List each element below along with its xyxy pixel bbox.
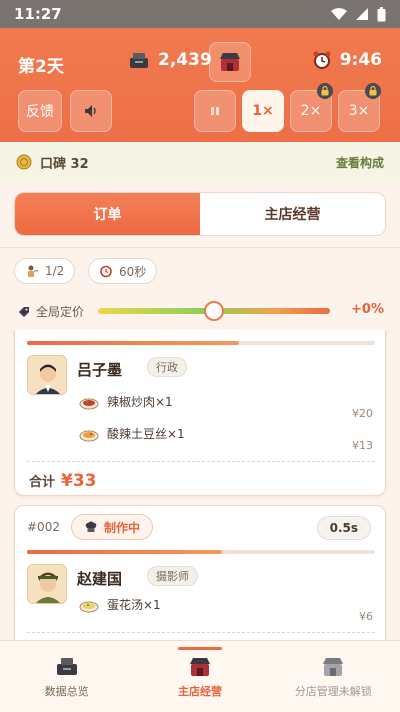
battery-icon — [377, 6, 386, 21]
dish-icon — [79, 398, 99, 409]
speed-2x-label: 2× — [300, 103, 322, 119]
order-item-price: ¥20 — [352, 407, 373, 420]
avatar — [27, 564, 67, 604]
shop-icon — [220, 53, 240, 71]
status-icons — [331, 6, 386, 22]
dashed-divider — [27, 632, 375, 633]
customer-count-chip: 1/2 — [14, 258, 76, 284]
nav-main-store[interactable]: 主店经营 — [133, 641, 266, 712]
avatar — [27, 355, 67, 395]
nav-label: 主店经营 — [177, 684, 222, 698]
speaker-icon — [85, 105, 96, 117]
order-list[interactable]: 吕子墨 行政 辣椒炒肉×1 ¥20 酸辣土豆丝×1 ¥13 合计 ¥33 #00… — [0, 330, 400, 640]
order-progress-bar — [27, 550, 375, 554]
tab-orders[interactable]: 订单 — [15, 193, 200, 235]
speed-1x-button[interactable]: 1× — [242, 90, 284, 132]
reputation-label: 口碑 32 — [40, 156, 89, 172]
clock-display: 9:46 — [312, 50, 382, 70]
customer-count-value: 1/2 — [45, 264, 65, 278]
cash-register-icon — [56, 657, 77, 675]
order-card[interactable]: 吕子墨 行政 辣椒炒肉×1 ¥20 酸辣土豆丝×1 ¥13 合计 ¥33 — [14, 330, 386, 496]
order-item: 辣椒炒肉×1 — [79, 393, 173, 410]
order-card[interactable]: #002 制作中 0.5s 赵建国 摄影师 蛋花汤×1 ¥6 — [14, 505, 386, 640]
speed-3x-button[interactable]: 3× — [338, 83, 381, 132]
speed-1x-label: 1× — [252, 103, 274, 119]
order-progress-fill — [27, 341, 240, 345]
speed-3x-label: 3× — [348, 103, 370, 119]
branch-store-icon — [323, 657, 344, 676]
pricing-slider-thumb[interactable] — [204, 301, 224, 321]
order-progress-bar — [27, 341, 375, 345]
sound-toggle-button[interactable] — [70, 90, 112, 132]
feedback-label: 反馈 — [26, 104, 54, 120]
feedback-button[interactable]: 反馈 — [18, 90, 62, 132]
pricing-value: +0% — [351, 302, 384, 317]
lock-icon — [317, 83, 333, 99]
status-bar: 11:27 — [0, 0, 400, 28]
nav-label: 数据总览 — [44, 684, 89, 698]
order-total-label: 合计 — [29, 475, 56, 490]
shop-icon — [189, 657, 210, 676]
order-item-price: ¥13 — [352, 439, 373, 452]
main-tabs: 订单 主店经营 — [14, 192, 386, 236]
wifi-icon — [331, 8, 347, 20]
pause-icon — [211, 107, 219, 115]
view-breakdown-link[interactable]: 查看构成 — [336, 154, 384, 171]
order-item-name: 酸辣土豆丝×1 — [107, 427, 185, 441]
alarm-clock-icon — [100, 265, 112, 278]
order-total: 合计 ¥33 — [29, 471, 97, 491]
order-total-value: ¥33 — [61, 471, 97, 491]
customer-name: 吕子墨 — [77, 361, 123, 379]
money-display: 2,439 — [128, 50, 212, 70]
chef-hat-icon — [85, 521, 97, 532]
nav-branch-management[interactable]: 分店管理未解锁 — [267, 641, 400, 712]
reputation-bar: 口碑 32 查看构成 — [0, 142, 400, 182]
global-pricing-label: 全局定价 — [18, 303, 84, 320]
timer-chip: 60秒 — [88, 258, 158, 284]
speed-2x-button[interactable]: 2× — [290, 83, 333, 132]
game-header: 第2天 2,439 9:46 反馈 1× 2× 3× — [0, 28, 400, 142]
price-tag-icon — [19, 306, 29, 317]
order-item: 酸辣土豆丝×1 — [79, 425, 185, 442]
order-progress-fill — [27, 550, 222, 554]
customer-name: 赵建国 — [77, 570, 123, 588]
nav-label: 分店管理未解锁 — [294, 684, 372, 698]
order-status-badge: 制作中 — [71, 514, 154, 540]
order-item: 蛋花汤×1 — [79, 596, 161, 613]
bottom-nav: 数据总览 主店经营 分店管理未解锁 — [0, 640, 400, 712]
dish-icon — [79, 601, 99, 612]
global-pricing: 全局定价 +0% — [18, 299, 388, 323]
day-counter: 第2天 — [18, 57, 64, 77]
status-time: 11:27 — [14, 5, 62, 23]
clock-value: 9:46 — [339, 50, 382, 70]
order-timer: 0.5s — [316, 516, 371, 540]
order-item-name: 辣椒炒肉×1 — [107, 395, 173, 409]
timer-chip-value: 60秒 — [119, 264, 147, 279]
customer-profession-tag: 摄影师 — [147, 566, 198, 586]
alarm-clock-icon — [313, 51, 331, 69]
order-item-name: 蛋花汤×1 — [107, 598, 161, 612]
money-value: 2,439 — [158, 50, 212, 70]
pricing-label-text: 全局定价 — [36, 305, 85, 319]
dish-icon — [79, 430, 99, 441]
shop-button[interactable] — [209, 42, 251, 82]
order-item-price: ¥6 — [359, 610, 373, 623]
order-id: #002 — [27, 520, 60, 534]
pause-button[interactable] — [194, 90, 236, 132]
order-status-label: 制作中 — [104, 520, 141, 535]
cash-register-icon — [130, 53, 148, 68]
lock-icon — [365, 83, 381, 99]
tab-main-store[interactable]: 主店经营 — [200, 193, 385, 235]
dashed-divider — [27, 461, 375, 462]
waiter-icon — [28, 265, 38, 277]
pricing-slider[interactable] — [98, 301, 330, 321]
signal-icon — [356, 8, 368, 20]
divider — [0, 247, 400, 248]
customer-profession-tag: 行政 — [147, 357, 187, 377]
reputation-coin-icon — [16, 154, 32, 170]
nav-data-overview[interactable]: 数据总览 — [0, 641, 133, 712]
